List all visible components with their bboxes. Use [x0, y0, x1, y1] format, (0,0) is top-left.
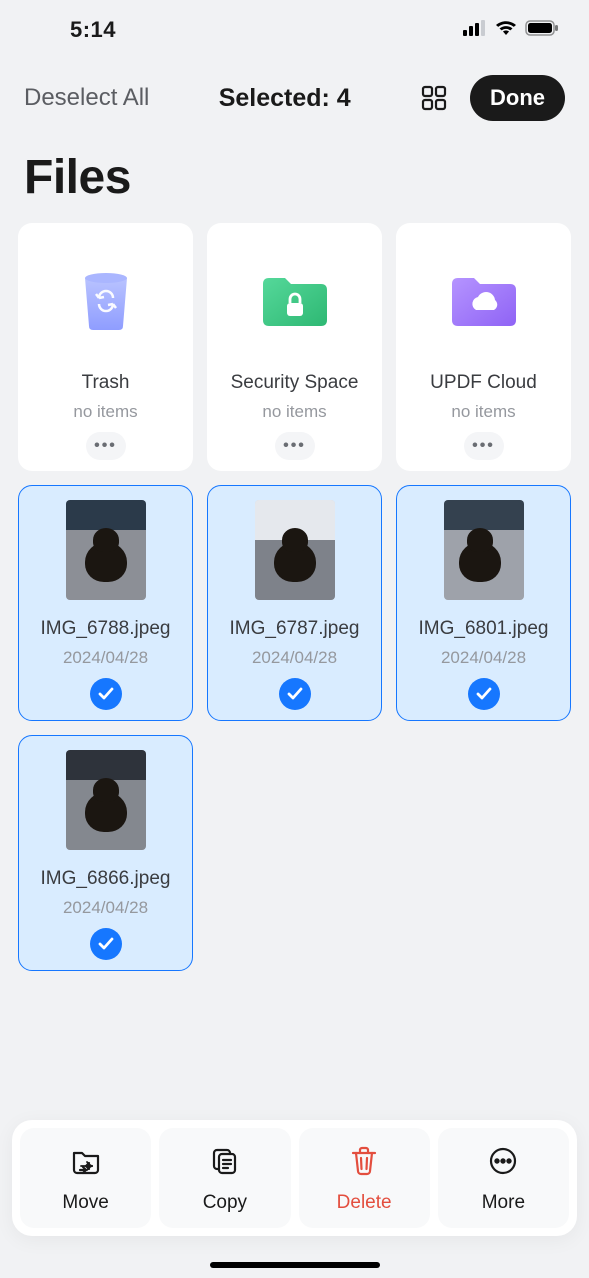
file-thumbnail — [255, 500, 335, 600]
move-icon — [69, 1144, 103, 1184]
selected-check-icon — [90, 678, 122, 710]
copy-icon — [208, 1144, 242, 1184]
selection-count: Selected: 4 — [219, 84, 351, 113]
selected-check-icon — [279, 678, 311, 710]
wifi-icon — [495, 20, 517, 41]
folder-name: Trash — [82, 372, 130, 394]
file-name: IMG_6788.jpeg — [41, 618, 171, 640]
lock-folder-icon — [259, 272, 331, 335]
file-name: IMG_6787.jpeg — [230, 618, 360, 640]
file-thumbnail — [66, 750, 146, 850]
status-time: 5:14 — [70, 17, 116, 43]
trash-icon — [77, 270, 135, 337]
file-thumbnail — [66, 500, 146, 600]
folder-name: Security Space — [231, 372, 359, 394]
folder-updf-cloud[interactable]: UPDF Cloud no items ••• — [396, 223, 571, 471]
selected-check-icon — [90, 928, 122, 960]
file-item[interactable]: IMG_6801.jpeg 2024/04/28 — [396, 485, 571, 721]
status-bar: 5:14 — [0, 0, 589, 60]
delete-label: Delete — [337, 1192, 392, 1214]
more-icon[interactable]: ••• — [275, 432, 315, 460]
view-grid-icon[interactable] — [420, 84, 448, 112]
file-grid: Trash no items ••• Security Space no ite… — [0, 223, 589, 971]
file-date: 2024/04/28 — [441, 648, 526, 668]
file-item[interactable]: IMG_6788.jpeg 2024/04/28 — [18, 485, 193, 721]
deselect-all-button[interactable]: Deselect All — [24, 84, 149, 112]
folder-trash[interactable]: Trash no items ••• — [18, 223, 193, 471]
cloud-folder-icon — [448, 272, 520, 335]
file-date: 2024/04/28 — [63, 648, 148, 668]
page-title: Files — [0, 128, 589, 223]
battery-icon — [525, 20, 559, 41]
action-toolbar: Move Copy Delete More — [12, 1120, 577, 1236]
home-indicator[interactable] — [210, 1262, 380, 1268]
selection-toolbar: Deselect All Selected: 4 Done — [0, 60, 589, 128]
move-label: Move — [62, 1192, 108, 1214]
file-thumbnail — [444, 500, 524, 600]
copy-label: Copy — [203, 1192, 247, 1214]
folder-meta: no items — [451, 402, 515, 422]
copy-button[interactable]: Copy — [159, 1128, 290, 1228]
file-name: IMG_6801.jpeg — [419, 618, 549, 640]
folder-name: UPDF Cloud — [430, 372, 537, 394]
status-icons — [463, 20, 559, 41]
selected-check-icon — [468, 678, 500, 710]
cellular-icon — [463, 20, 487, 41]
file-date: 2024/04/28 — [63, 898, 148, 918]
file-item[interactable]: IMG_6866.jpeg 2024/04/28 — [18, 735, 193, 971]
done-button[interactable]: Done — [470, 75, 565, 121]
folder-meta: no items — [262, 402, 326, 422]
file-name: IMG_6866.jpeg — [41, 868, 171, 890]
trash-icon — [347, 1144, 381, 1184]
more-icon[interactable]: ••• — [86, 432, 126, 460]
folder-meta: no items — [73, 402, 137, 422]
folder-security-space[interactable]: Security Space no items ••• — [207, 223, 382, 471]
more-icon[interactable]: ••• — [464, 432, 504, 460]
move-button[interactable]: Move — [20, 1128, 151, 1228]
more-label: More — [482, 1192, 525, 1214]
more-icon — [486, 1144, 520, 1184]
file-date: 2024/04/28 — [252, 648, 337, 668]
more-button[interactable]: More — [438, 1128, 569, 1228]
file-item[interactable]: IMG_6787.jpeg 2024/04/28 — [207, 485, 382, 721]
delete-button[interactable]: Delete — [299, 1128, 430, 1228]
